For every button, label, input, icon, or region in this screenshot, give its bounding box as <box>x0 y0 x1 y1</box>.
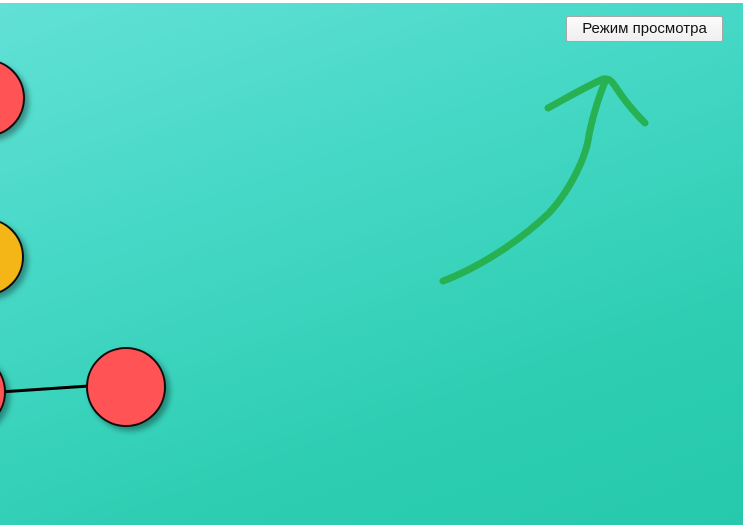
graph-node[interactable] <box>0 219 24 295</box>
graph-node[interactable] <box>0 354 6 430</box>
view-mode-button[interactable]: Режим просмотра <box>566 16 723 42</box>
graph-node[interactable] <box>86 347 166 427</box>
graph-edge[interactable] <box>0 384 90 394</box>
graph-scene <box>0 60 649 430</box>
graph-canvas[interactable]: Режим просмотра <box>0 0 743 525</box>
hand-drawn-arrow-icon[interactable] <box>439 75 649 285</box>
graph-node[interactable] <box>0 60 25 136</box>
